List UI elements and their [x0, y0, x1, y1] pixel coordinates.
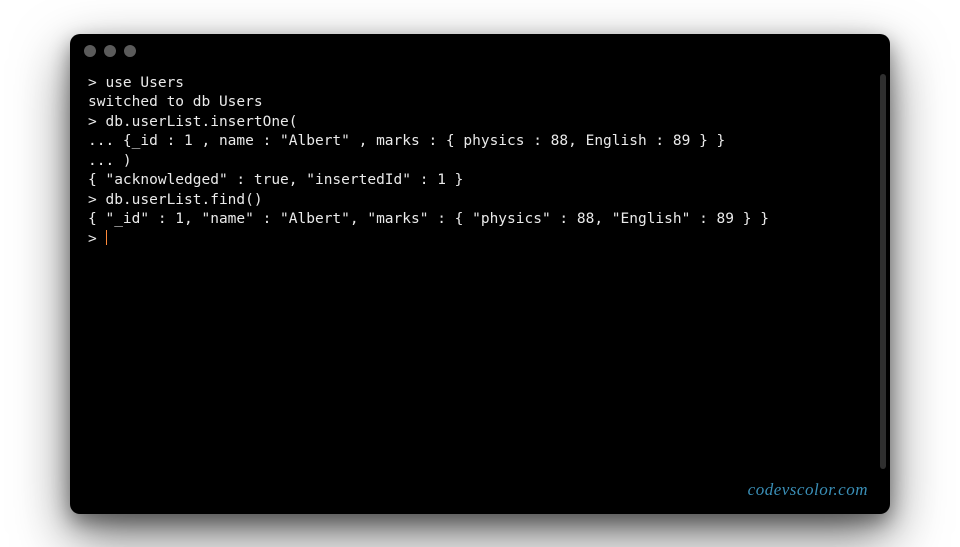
terminal-body[interactable]: > use Users switched to db Users > db.us…: [70, 68, 890, 514]
maximize-icon[interactable]: [124, 45, 136, 57]
titlebar: [70, 34, 890, 68]
terminal-window: > use Users switched to db Users > db.us…: [70, 34, 890, 514]
terminal-line: > db.userList.insertOne(: [88, 114, 298, 130]
scrollbar[interactable]: [880, 74, 886, 469]
terminal-line: switched to db Users: [88, 94, 263, 110]
terminal-line: > db.userList.find(): [88, 192, 263, 208]
close-icon[interactable]: [84, 45, 96, 57]
minimize-icon[interactable]: [104, 45, 116, 57]
watermark-label: codevscolor.com: [748, 480, 868, 500]
terminal-line: ... ): [88, 153, 132, 169]
terminal-prompt: >: [88, 231, 105, 247]
terminal-line: { "_id" : 1, "name" : "Albert", "marks" …: [88, 211, 769, 227]
terminal-line: { "acknowledged" : true, "insertedId" : …: [88, 172, 463, 188]
cursor-icon: [106, 230, 107, 245]
terminal-line: > use Users: [88, 75, 184, 91]
terminal-line: ... {_id : 1 , name : "Albert" , marks :…: [88, 133, 725, 149]
